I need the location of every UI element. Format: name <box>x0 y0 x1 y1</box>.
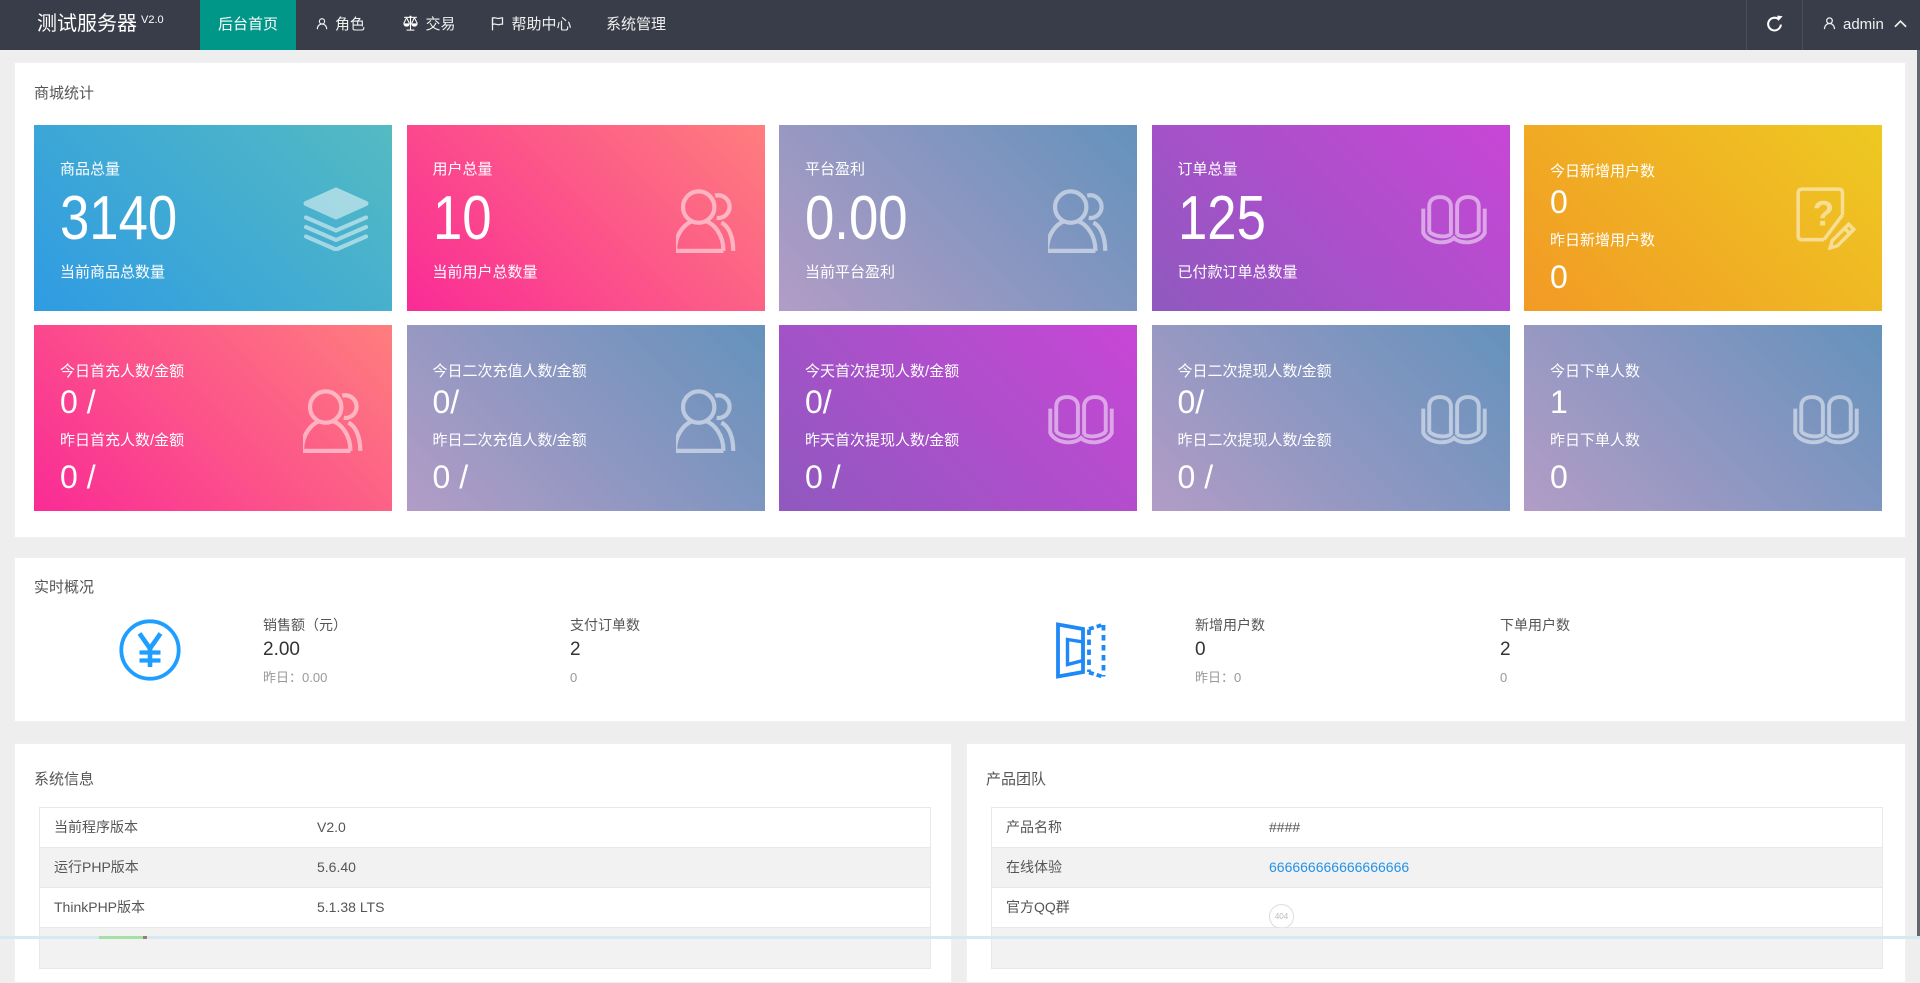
svg-text:?: ? <box>1813 194 1834 233</box>
